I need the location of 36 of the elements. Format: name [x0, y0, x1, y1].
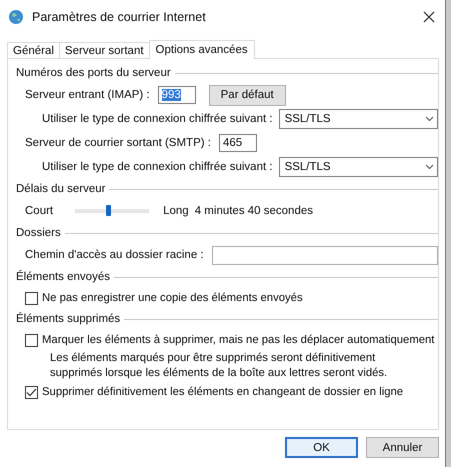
chevron-icon [425, 116, 434, 122]
dialog-button[interactable]: Annuler [366, 437, 439, 458]
encryption-dropdown[interactable]: SSL/TLS [278, 109, 438, 129]
field-label: Serveur entrant (IMAP) : [25, 89, 150, 101]
tab[interactable]: Options avancées [148, 40, 255, 59]
input-field[interactable] [212, 246, 438, 264]
default-button[interactable]: Par défaut [208, 84, 286, 106]
group-heading: Délais du serveur [16, 183, 106, 195]
port-field[interactable]: 465 [218, 134, 257, 152]
field-label: Utiliser le type de connexion chiffrée suivant : [42, 113, 273, 125]
checkbox[interactable] [25, 386, 38, 398]
checkbox[interactable] [25, 334, 38, 346]
field-label: Serveur de courrier sortant (SMTP) : [25, 137, 211, 149]
field-label: Utiliser le type de connexion chiffrée suivant : [42, 161, 273, 173]
port-field[interactable]: 993 [158, 86, 196, 104]
checkbox-label: Marquer les éléments à supprimer, mais ne pas les déplacer automatiquement [42, 334, 434, 346]
note-text: Les éléments marqués pour être supprimés seront définitivement supprimés lorsque les éléments de la boîte aux lettres seront vidés. [49, 351, 388, 381]
slider-thumb[interactable] [106, 205, 112, 216]
checkbox-label: Supprimer définitivement les éléments en changeant de dossier en ligne [42, 386, 404, 398]
window-title: Paramètres de courrier Internet [32, 10, 207, 24]
slider-max-label: Long [163, 205, 189, 217]
checkbox[interactable] [25, 292, 38, 304]
globe-icon [8, 9, 24, 25]
group-heading: Numéros des ports du serveur [16, 67, 171, 79]
chevron-icon [425, 164, 434, 170]
timeout-reading: 4 minutes 40 secondes [194, 205, 313, 217]
group-heading: Éléments envoyés [16, 271, 110, 283]
checkbox-label: Ne pas enregistrer une copie des éléments envoyés [42, 292, 303, 304]
field-label: Chemin d'accès au dossier racine : [25, 249, 204, 261]
slider-min-label: Court [25, 205, 54, 217]
close-icon[interactable] [423, 11, 435, 23]
group-heading: Dossiers [16, 227, 61, 239]
encryption-dropdown[interactable]: SSL/TLS [278, 157, 438, 177]
dialog-button[interactable]: OK [285, 437, 358, 458]
group-heading: Éléments supprimés [16, 313, 120, 325]
tab[interactable]: Général [7, 42, 60, 58]
